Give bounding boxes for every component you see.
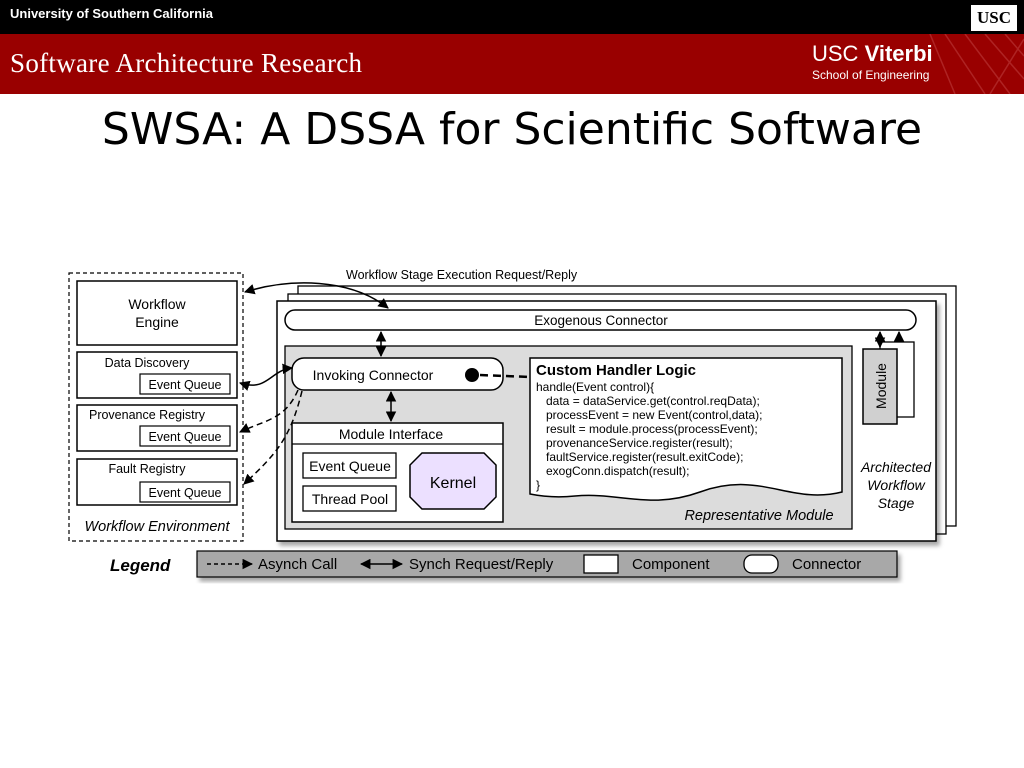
module-label: Module [873,363,889,409]
representative-module-label: Representative Module [684,508,833,524]
module-event-queue-label: Event Queue [309,458,391,474]
thread-pool-label: Thread Pool [312,491,388,507]
handler-line-7: exogConn.dispatch(result); [546,464,689,478]
module-interface-label: Module Interface [339,426,443,442]
stage-label-2: Workflow [867,477,925,493]
handler-line-6: faultService.register(result.exitCode); [546,450,743,464]
data-discovery-label: Data Discovery [105,356,190,370]
workflow-environment-label: Workflow Environment [84,519,230,535]
legend-sync-label: Synch Request/Reply [409,556,554,573]
provenance-event-queue-label: Event Queue [149,430,222,444]
handler-line-2: data = dataService.get(control.reqData); [546,394,760,408]
legend: Legend Asynch Call Synch Request/Reply C… [110,550,898,578]
stage-label-1: Architected [860,459,932,475]
legend-connector-symbol [743,554,779,574]
architecture-diagram: Workflow Engine Data Discovery Event Que… [68,268,957,578]
workflow-environment: Workflow Engine Data Discovery Event Que… [68,272,244,542]
workflow-engine-box [76,280,238,346]
kernel-label: Kernel [430,475,476,492]
legend-component-label: Component [632,556,710,573]
legend-title: Legend [110,556,171,575]
handler-line-1: handle(Event control){ [536,380,654,394]
connector-port-dot [465,368,479,382]
fault-registry-label: Fault Registry [108,462,186,476]
data-discovery-event-queue-label: Event Queue [149,378,222,392]
workflow-engine-label-2: Engine [135,314,179,330]
provenance-registry-label: Provenance Registry [89,408,206,422]
handler-line-4: result = module.process(processEvent); [546,422,758,436]
exogenous-connector-label: Exogenous Connector [534,313,668,328]
workflow-engine-label-1: Workflow [128,296,186,312]
stage-label-3: Stage [878,495,915,511]
top-request-label: Workflow Stage Execution Request/Reply [346,268,578,282]
legend-connector-label: Connector [792,556,861,573]
legend-component-symbol [583,554,619,574]
handler-line-3: processEvent = new Event(control,data); [546,408,762,422]
handler-line-5: provenanceService.register(result); [546,436,733,450]
legend-async-label: Asynch Call [258,556,337,573]
invoking-connector-label: Invoking Connector [313,367,434,383]
handler-line-8: } [536,478,540,492]
fault-event-queue-label: Event Queue [149,486,222,500]
handler-title: Custom Handler Logic [536,362,696,379]
